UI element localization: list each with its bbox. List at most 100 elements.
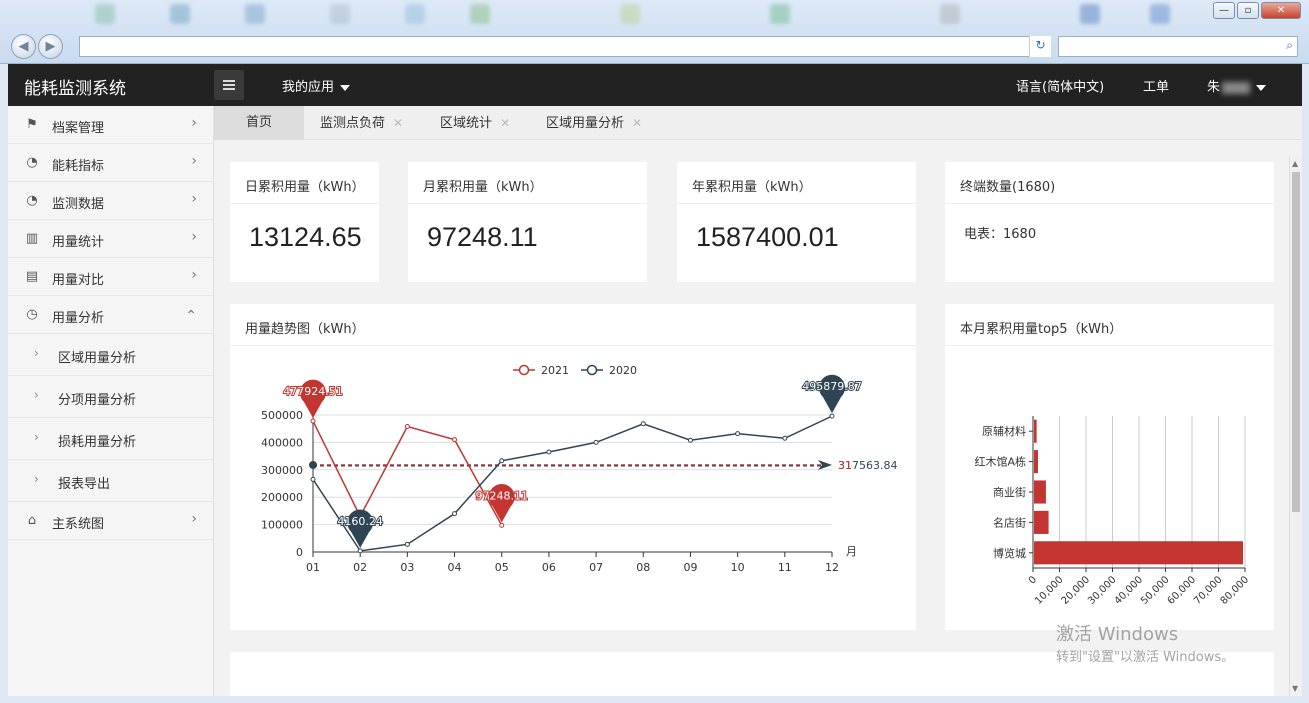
close-icon[interactable]: ✕ [500,116,510,130]
chevron-down-icon [340,84,351,91]
sidebar-item-main-diagram[interactable]: ⌂ 主系统图 › [8,502,213,540]
x-tick-label: 0 [1027,574,1039,586]
y-category-label: 博览城 [993,546,1026,560]
data-point-2021 [452,437,458,443]
y-category-label: 原辅材料 [982,424,1026,438]
legend-marker-2020 [586,364,598,376]
bar-商业街 [1034,480,1046,504]
scroll-up-icon[interactable]: ▲ [1292,159,1298,168]
user-menu[interactable]: 朱 [1207,76,1267,95]
chevron-right-icon: › [34,388,39,402]
sidebar-item-usage-compare[interactable]: ▤ 用量对比 › [8,258,213,296]
app-frame: 能耗监测系统 我的应用 语言(简体中文) 工单 朱 ⚑ 档案管理 › ◔ 能耗指… [8,64,1302,696]
sidebar: ⚑ 档案管理 › ◔ 能耗指标 › ◔ 监测数据 › ▥ 用量统计 › ▤ 用量… [8,106,214,696]
sidebar-subitem-label: 损耗用量分析 [58,435,137,450]
tab-home[interactable]: 首页 [214,106,304,140]
maximize-button[interactable]: ▫ [1237,2,1259,19]
tab-area-stats[interactable]: 区域统计 ✕ [440,106,510,140]
sidebar-item-label: 用量分析 [52,311,105,326]
x-tick-label: 01 [306,561,320,574]
sidebar-item-label: 能耗指标 [52,159,105,174]
x-axis-unit: 月 [846,545,857,558]
sidebar-subitem-area-analysis[interactable]: › 区域用量分析 [8,334,213,376]
chevron-up-icon: ⌃ [185,308,197,324]
language-menu[interactable]: 语言(简体中文) [1016,76,1104,95]
sidebar-item-label: 档案管理 [52,121,105,136]
bar-chart-icon: ▥ [25,231,39,246]
stat-card-value: 97248.11 [427,222,538,252]
scroll-down-icon[interactable]: ▼ [1292,684,1298,693]
chevron-right-icon: › [191,191,197,207]
menu-toggle-button[interactable] [214,70,244,100]
tab-bar: 首页 监测点负荷 ✕ 区域统计 ✕ 区域用量分析 ✕ [214,106,1302,140]
chevron-right-icon: › [191,229,197,245]
tab-area-analysis[interactable]: 区域用量分析 ✕ [546,106,642,140]
app-title: 能耗监测系统 [24,79,126,99]
stat-card-title: 日累积用量（kWh） [230,162,379,204]
browser-search-input[interactable]: ⌕ [1058,36,1298,57]
bar-原辅材料 [1034,419,1037,443]
close-icon[interactable]: ✕ [632,116,642,130]
stat-card-day: 日累积用量（kWh） 13124.65 [230,162,379,282]
sidebar-item-archive[interactable]: ⚑ 档案管理 › [8,106,213,144]
trend-chart: 0 100000 200000 300000 400000 500000 01 02 03 04 0… [261,364,898,574]
top5-chart-card: 本月累积用量top5（kWh） 0 10,000 20,000 30,000 40,00… [945,304,1274,630]
my-apps-menu[interactable]: 我的应用 [282,76,351,95]
sidebar-subitem-loss-analysis[interactable]: › 损耗用量分析 [8,418,213,460]
tab-label: 首页 [245,115,272,130]
x-tick-label: 11 [778,561,792,574]
data-point-2020 [357,548,363,554]
vertical-scrollbar[interactable]: ▲ ▼ [1289,156,1302,696]
x-tick-label: 09 [683,561,697,574]
sidebar-subitem-label: 区域用量分析 [58,351,137,366]
user-name: 朱 [1207,80,1221,95]
search-icon[interactable]: ⌕ [1286,38,1293,53]
tab-label: 监测点负荷 [320,116,386,131]
chevron-right-icon: › [191,153,197,169]
sidebar-item-usage-stats[interactable]: ▥ 用量统计 › [8,220,213,258]
data-point-2020 [310,476,316,482]
close-window-button[interactable]: ✕ [1261,2,1301,19]
sidebar-item-usage-analysis[interactable]: ◷ 用量分析 ⌃ [8,296,213,334]
bar-名店街 [1034,510,1049,534]
chevron-down-icon [1256,84,1267,91]
chevron-right-icon: › [34,346,39,360]
x-tick-label: 03 [400,561,414,574]
data-point-2020 [829,413,835,419]
refresh-icon[interactable]: ↻ [1029,36,1051,57]
sidebar-item-label: 用量对比 [52,273,105,288]
chevron-right-icon: › [191,267,197,283]
sidebar-item-monitor-data[interactable]: ◔ 监测数据 › [8,182,213,220]
sidebar-subitem-category-analysis[interactable]: › 分项用量分析 [8,376,213,418]
data-point-2020 [404,541,410,547]
stat-card-terminals: 终端数量(1680) 电表：1680 [945,162,1274,282]
stat-card-title: 月累积用量（kWh） [408,162,647,204]
minimize-button[interactable]: — [1213,2,1235,19]
chevron-right-icon: › [34,472,39,486]
series-line-2021 [312,420,503,526]
x-tick-label: 08 [636,561,650,574]
sidebar-subitem-report-export[interactable]: › 报表导出 [8,460,213,502]
tab-monitor-load[interactable]: 监测点负荷 ✕ [320,106,403,140]
tab-label: 区域用量分析 [546,116,625,131]
top5-chart-title: 本月累积用量top5（kWh） [945,304,1274,346]
x-tick-label: 04 [448,561,462,574]
scrollbar-thumb[interactable] [1292,172,1300,512]
legend-label-2021: 2021 [541,364,569,377]
x-tick-label: 10 [731,561,745,574]
close-icon[interactable]: ✕ [393,116,403,130]
sidebar-item-energy-index[interactable]: ◔ 能耗指标 › [8,144,213,182]
x-tick-label: 60,000 [1166,574,1199,607]
stat-card-detail: 电表：1680 [964,227,1037,242]
legend-marker-2021 [518,364,530,376]
address-bar[interactable] [79,36,1051,57]
y-tick-label: 400000 [261,436,303,449]
data-point-2021 [310,418,316,424]
average-label-2021: 31 [838,459,852,472]
data-point-2020 [735,431,741,437]
forward-arrow-icon[interactable]: ▶ [38,34,63,59]
workorder-link[interactable]: 工单 [1143,76,1169,95]
back-arrow-icon[interactable]: ◀ [11,34,36,59]
compare-icon: ▤ [25,269,39,284]
x-tick-label: 50,000 [1139,574,1172,607]
